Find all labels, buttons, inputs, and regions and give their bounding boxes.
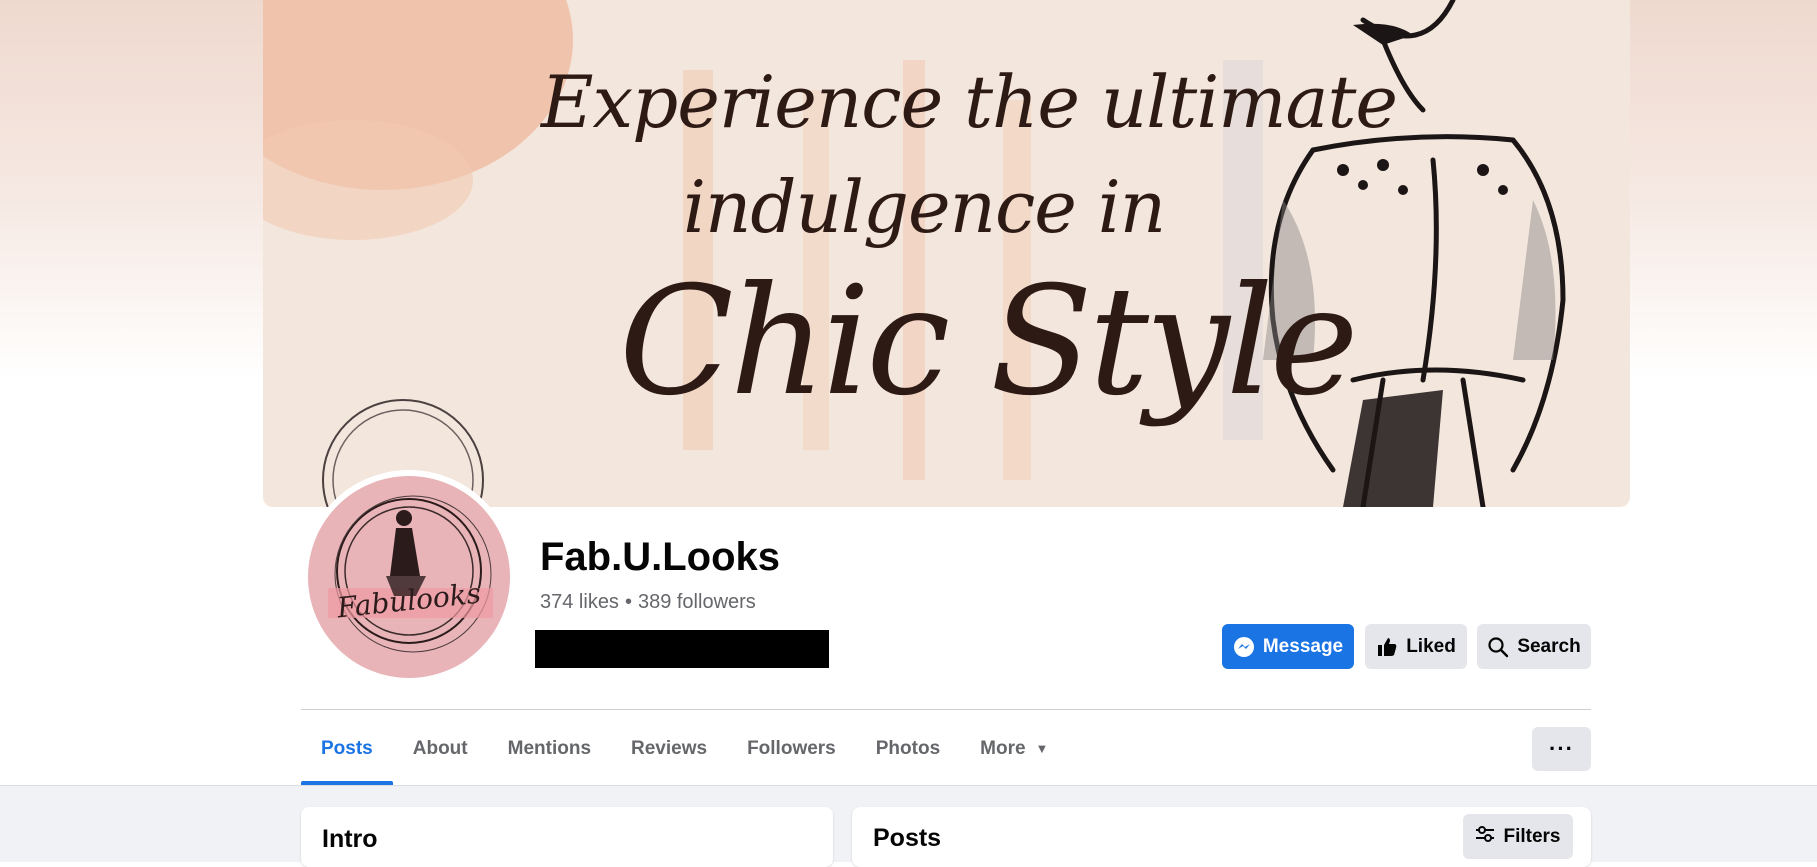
posts-card: Posts Filters [852,807,1591,867]
avatar-image: Fabulooks [308,476,510,678]
tab-label: More [980,737,1026,759]
tab-reviews[interactable]: Reviews [611,712,727,785]
liked-label: Liked [1406,635,1456,657]
messenger-icon [1233,636,1255,658]
message-label: Message [1262,635,1344,657]
caret-down-icon: ▼ [1035,741,1049,756]
intro-card: Intro [301,807,833,867]
thumbs-up-icon [1376,636,1398,658]
more-options-button[interactable]: ··· [1532,727,1591,771]
posts-title: Posts [873,824,942,852]
tab-label: Followers [747,737,836,759]
tab-label: Reviews [631,737,708,759]
cover-artwork [263,0,1566,507]
search-label: Search [1517,635,1581,657]
profile-divider [301,709,1591,710]
tab-followers[interactable]: Followers [727,712,856,785]
filters-label: Filters [1503,825,1561,847]
stats-separator: • [624,591,632,613]
tab-posts[interactable]: Posts [301,712,393,785]
tab-label: Photos [875,737,941,759]
tab-label: Posts [321,737,373,759]
followers-count[interactable]: 389 followers [638,591,756,613]
search-icon [1487,636,1509,658]
page-title: Fab.U.Looks [540,535,781,579]
tab-label: Mentions [507,737,592,759]
filters-button[interactable]: Filters [1463,814,1573,859]
likes-count[interactable]: 374 likes [540,591,619,613]
search-button[interactable]: Search [1477,624,1591,669]
cover-photo[interactable]: Experience the ultimate indulgence in Ch… [263,0,1630,507]
tab-mentions[interactable]: Mentions [488,712,611,785]
tab-label: About [412,737,468,759]
intro-title: Intro [322,825,378,853]
liked-button[interactable]: Liked [1365,624,1467,669]
tab-about[interactable]: About [393,712,488,785]
redacted-area [535,630,829,668]
profile-avatar[interactable]: Fabulooks [302,470,516,684]
profile-tabs: Posts About Mentions Reviews Followers P… [301,712,1068,785]
tab-photos[interactable]: Photos [856,712,960,785]
page-stats: 374 likes • 389 followers [540,591,756,614]
message-button[interactable]: Message [1222,624,1354,669]
tab-more[interactable]: More ▼ [960,712,1068,785]
filters-icon [1475,825,1495,849]
